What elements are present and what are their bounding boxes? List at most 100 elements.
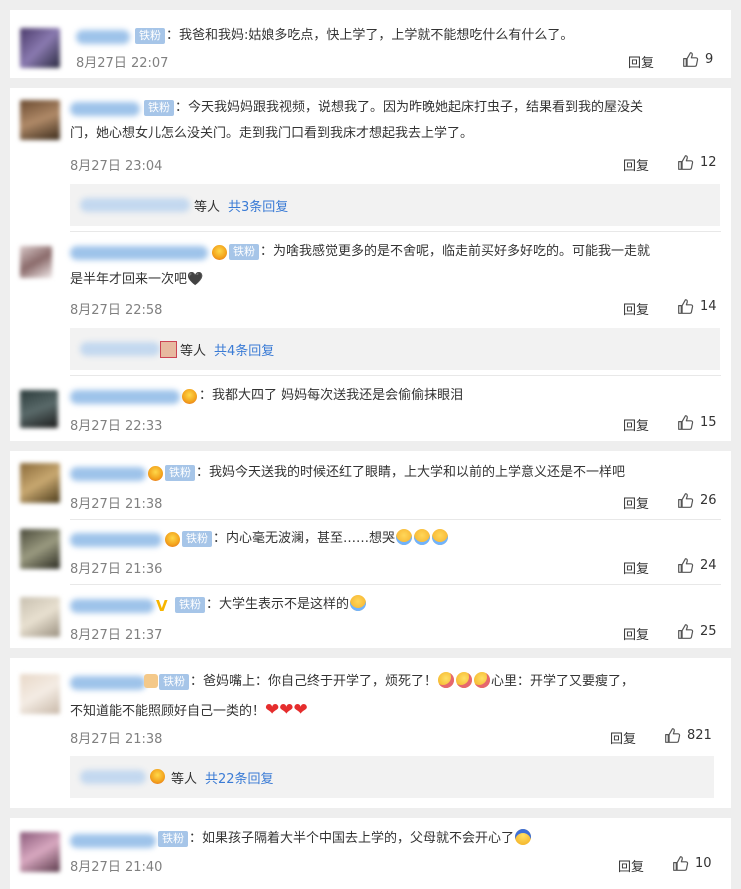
comment-time: 8月27日 22:33 — [70, 419, 163, 434]
fan-badge[interactable]: 铁粉 — [144, 100, 174, 116]
sub-replies-prefix: 等人 — [171, 772, 198, 787]
comment-text: ：爸妈嘴上：你自己终于开学了，烦死了！ — [190, 674, 438, 689]
avatar[interactable] — [20, 597, 60, 637]
comment-time: 8月27日 21:40 — [70, 860, 163, 875]
comment-text: ：大学生表示不是这样的 — [206, 593, 367, 617]
user-decoration-icon — [144, 674, 158, 688]
reply-button[interactable]: 回复 — [623, 299, 649, 318]
like-button[interactable]: 25 — [677, 623, 717, 640]
thumbs-up-icon — [677, 492, 694, 509]
drooling-emoji — [438, 672, 455, 688]
like-count: 26 — [700, 493, 717, 508]
fan-badge[interactable]: 铁粉 — [229, 244, 259, 260]
username[interactable] — [80, 198, 190, 212]
comment-text-line-2: 门，她心想女儿怎么没关门。走到我门口看到我床才想起我去上学了。 — [70, 126, 474, 141]
view-more-replies-link[interactable]: 共3条回复 — [228, 196, 288, 215]
divider — [70, 375, 721, 376]
comment-text: ：我妈今天送我的时候还红了眼睛，上大学和以前的上学意义还是不一样吧 — [196, 465, 626, 480]
fan-badge[interactable]: 铁粉 — [175, 597, 205, 613]
comment-text: 不知道能不能照顾好自己一类的！ — [70, 704, 266, 719]
username[interactable] — [70, 390, 180, 404]
hat-face-emoji — [515, 829, 532, 845]
username[interactable] — [70, 599, 154, 613]
like-button[interactable]: 821 — [664, 727, 712, 744]
comment-text: 是半年才回来一次吧 — [70, 272, 188, 287]
sub-replies-summary[interactable]: 等人 共3条回复 — [70, 184, 720, 226]
thumbs-up-icon — [677, 557, 694, 574]
reply-button[interactable]: 回复 — [623, 415, 649, 434]
avatar[interactable] — [20, 246, 52, 278]
like-count: 12 — [700, 155, 717, 170]
avatar[interactable] — [20, 390, 58, 428]
like-button[interactable]: 24 — [677, 557, 717, 574]
avatar[interactable] — [20, 28, 60, 68]
comment-time: 8月27日 21:37 — [70, 628, 163, 643]
comment-card-2: 铁粉 ：今天我妈妈跟我视频，说想我了。因为昨晚她起床打虫子，结果看到我的屋没关 … — [10, 88, 731, 441]
fan-badge[interactable]: 铁粉 — [182, 531, 212, 547]
username[interactable] — [70, 676, 146, 690]
fan-medal-icon — [165, 532, 180, 547]
avatar[interactable] — [20, 529, 60, 569]
fan-medal-icon — [182, 389, 197, 404]
like-count: 25 — [700, 624, 717, 639]
v-verified-icon: V — [156, 597, 168, 615]
like-count: 9 — [705, 52, 714, 67]
thumbs-up-icon — [682, 51, 699, 68]
reply-button[interactable]: 回复 — [623, 558, 649, 577]
sub-replies-summary[interactable]: 等人 共4条回复 — [70, 328, 720, 370]
comment-card-4: 铁粉 ：爸妈嘴上：你自己终于开学了，烦死了！ 心里：开学了又要瘦了， 不知道能不能… — [10, 658, 731, 808]
like-button[interactable]: 12 — [677, 154, 717, 171]
comment-card-1: 铁粉 ：我爸和我妈:姑娘多吃点，快上学了，上学就不能想吃什么有什么了。 8月27… — [10, 10, 731, 78]
username[interactable] — [70, 834, 156, 848]
reply-button[interactable]: 回复 — [623, 155, 649, 174]
thumbs-up-icon — [677, 623, 694, 640]
sub-replies-summary[interactable]: 等人 共22条回复 — [70, 756, 714, 798]
username[interactable] — [70, 102, 140, 116]
like-button[interactable]: 14 — [677, 298, 717, 315]
comment-text: ：如果孩子隔着大半个中国去上学的，父母就不会开心了 — [189, 827, 532, 851]
fan-medal-icon — [150, 769, 165, 784]
like-button[interactable]: 15 — [677, 414, 717, 431]
username[interactable] — [70, 467, 146, 481]
comment-text-line-1: ：爸妈嘴上：你自己终于开学了，烦死了！ 心里：开学了又要瘦了， — [190, 670, 634, 694]
fan-badge[interactable]: 铁粉 — [135, 28, 165, 44]
username[interactable] — [76, 30, 130, 44]
comment-time: 8月27日 21:38 — [70, 732, 163, 747]
crying-laughing-emoji — [350, 595, 367, 611]
like-button[interactable]: 9 — [682, 51, 713, 68]
thumbs-up-icon — [664, 727, 681, 744]
username[interactable] — [70, 533, 162, 547]
like-count: 14 — [700, 299, 717, 314]
comment-text: ：内心毫无波澜，甚至……想哭 — [213, 531, 396, 546]
reply-button[interactable]: 回复 — [628, 52, 654, 71]
username[interactable] — [70, 246, 208, 260]
comment-text-line-1: ：为啥我感觉更多的是不舍呢，临走前买好多好吃的。可能我一走就 — [260, 244, 651, 259]
reply-button[interactable]: 回复 — [623, 624, 649, 643]
fan-badge[interactable]: 铁粉 — [165, 465, 195, 481]
fan-medal-icon — [212, 245, 227, 260]
like-button[interactable]: 10 — [672, 855, 712, 872]
reply-button[interactable]: 回复 — [623, 493, 649, 512]
username[interactable] — [80, 770, 146, 784]
like-count: 15 — [700, 415, 717, 430]
crying-laughing-emoji — [396, 529, 413, 545]
view-more-replies-link[interactable]: 共22条回复 — [205, 768, 274, 787]
username[interactable] — [80, 342, 160, 356]
reply-button[interactable]: 回复 — [618, 856, 644, 875]
reply-button[interactable]: 回复 — [610, 728, 636, 747]
avatar[interactable] — [20, 832, 60, 872]
avatar[interactable] — [20, 100, 60, 140]
drooling-emoji — [474, 672, 491, 688]
fan-badge[interactable]: 铁粉 — [159, 674, 189, 690]
fan-badge[interactable]: 铁粉 — [158, 831, 188, 847]
avatar[interactable] — [20, 674, 60, 714]
thumbs-up-icon — [677, 298, 694, 315]
red-hearts-emoji: ❤❤❤ — [265, 700, 308, 720]
like-button[interactable]: 26 — [677, 492, 717, 509]
comment-text-line-2: 不知道能不能照顾好自己一类的！❤❤❤ — [70, 698, 308, 724]
view-more-replies-link[interactable]: 共4条回复 — [214, 340, 274, 359]
comment-time: 8月27日 22:07 — [76, 56, 169, 71]
sub-replies-prefix: 等人 — [180, 344, 207, 359]
drooling-emoji — [456, 672, 473, 688]
avatar[interactable] — [20, 463, 60, 503]
